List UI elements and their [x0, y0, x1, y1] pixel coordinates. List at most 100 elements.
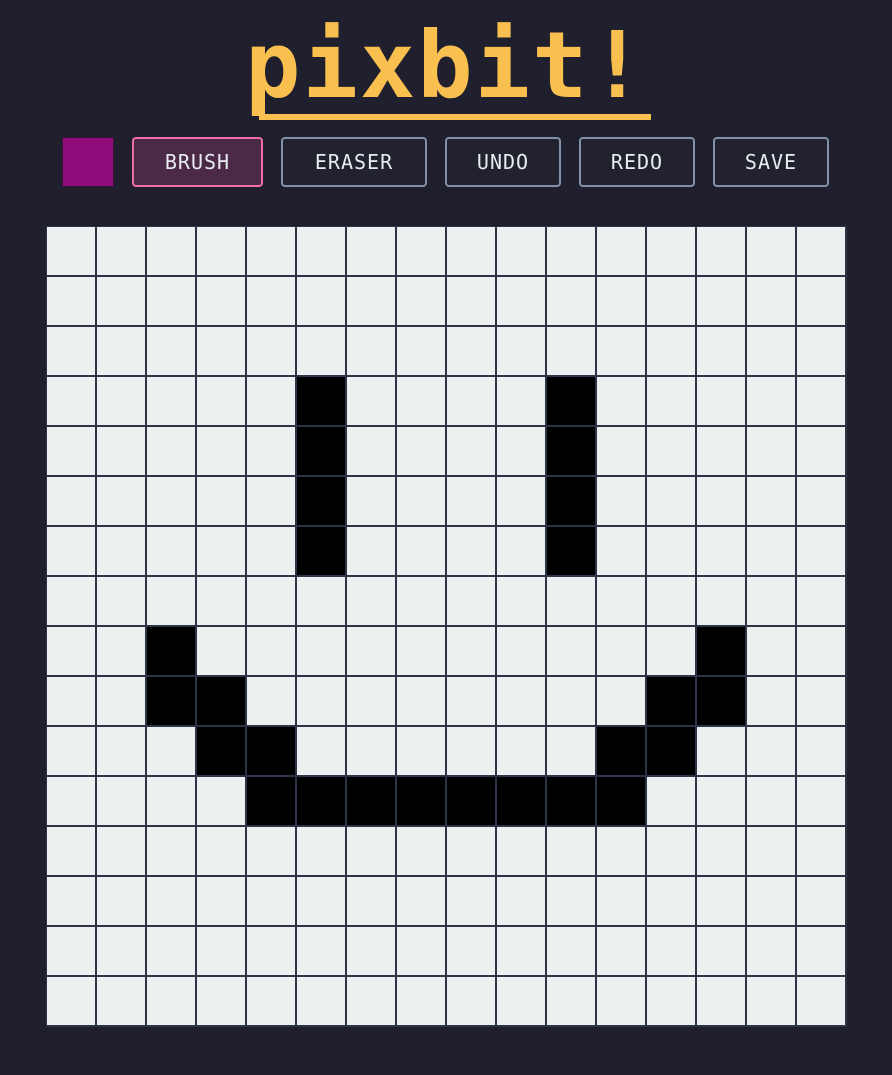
pixel-cell[interactable] [197, 327, 245, 375]
pixel-cell[interactable] [247, 277, 295, 325]
pixel-cell[interactable] [347, 727, 395, 775]
pixel-cell[interactable] [447, 527, 495, 575]
pixel-cell[interactable] [197, 877, 245, 925]
pixel-cell[interactable] [347, 677, 395, 725]
pixel-cell[interactable] [597, 277, 645, 325]
pixel-cell[interactable] [497, 527, 545, 575]
pixel-cell[interactable] [347, 627, 395, 675]
brush-button[interactable]: BRUSH [132, 137, 263, 187]
pixel-cell[interactable] [747, 727, 795, 775]
pixel-cell[interactable] [647, 427, 695, 475]
pixel-cell[interactable] [147, 477, 195, 525]
pixel-cell[interactable] [297, 377, 345, 425]
pixel-cell[interactable] [197, 927, 245, 975]
pixel-cell[interactable] [547, 927, 595, 975]
pixel-cell[interactable] [797, 627, 845, 675]
pixel-cell[interactable] [47, 327, 95, 375]
pixel-cell[interactable] [147, 277, 195, 325]
pixel-cell[interactable] [497, 627, 545, 675]
pixel-cell[interactable] [797, 927, 845, 975]
pixel-cell[interactable] [297, 727, 345, 775]
pixel-cell[interactable] [797, 427, 845, 475]
pixel-cell[interactable] [747, 877, 795, 925]
pixel-cell[interactable] [447, 427, 495, 475]
pixel-cell[interactable] [297, 427, 345, 475]
pixel-cell[interactable] [197, 777, 245, 825]
pixel-cell[interactable] [97, 327, 145, 375]
pixel-cell[interactable] [747, 477, 795, 525]
pixel-cell[interactable] [297, 227, 345, 275]
pixel-cell[interactable] [397, 777, 445, 825]
pixel-cell[interactable] [247, 227, 295, 275]
pixel-cell[interactable] [347, 327, 395, 375]
pixel-cell[interactable] [797, 377, 845, 425]
pixel-cell[interactable] [97, 277, 145, 325]
pixel-cell[interactable] [447, 677, 495, 725]
pixel-cell[interactable] [597, 377, 645, 425]
pixel-cell[interactable] [497, 877, 545, 925]
pixel-cell[interactable] [247, 677, 295, 725]
pixel-cell[interactable] [97, 227, 145, 275]
pixel-cell[interactable] [97, 827, 145, 875]
pixel-cell[interactable] [597, 627, 645, 675]
pixel-cell[interactable] [397, 427, 445, 475]
pixel-cell[interactable] [397, 277, 445, 325]
pixel-cell[interactable] [47, 877, 95, 925]
pixel-cell[interactable] [597, 477, 645, 525]
pixel-cell[interactable] [47, 827, 95, 875]
pixel-cell[interactable] [797, 477, 845, 525]
pixel-cell[interactable] [747, 777, 795, 825]
pixel-cell[interactable] [647, 527, 695, 575]
pixel-cell[interactable] [647, 627, 695, 675]
pixel-cell[interactable] [147, 977, 195, 1025]
pixel-cell[interactable] [797, 827, 845, 875]
pixel-cell[interactable] [197, 227, 245, 275]
pixel-cell[interactable] [47, 577, 95, 625]
pixel-cell[interactable] [397, 377, 445, 425]
pixel-cell[interactable] [647, 377, 695, 425]
pixel-cell[interactable] [197, 677, 245, 725]
pixel-cell[interactable] [497, 827, 545, 875]
pixel-cell[interactable] [197, 377, 245, 425]
pixel-cell[interactable] [197, 427, 245, 475]
pixel-cell[interactable] [697, 227, 745, 275]
color-swatch[interactable] [62, 137, 114, 187]
pixel-cell[interactable] [547, 377, 595, 425]
pixel-cell[interactable] [547, 277, 595, 325]
pixel-cell[interactable] [297, 277, 345, 325]
pixel-cell[interactable] [547, 627, 595, 675]
pixel-cell[interactable] [497, 277, 545, 325]
pixel-cell[interactable] [447, 577, 495, 625]
pixel-cell[interactable] [397, 677, 445, 725]
pixel-cell[interactable] [397, 227, 445, 275]
pixel-cell[interactable] [797, 277, 845, 325]
pixel-cell[interactable] [597, 877, 645, 925]
pixel-cell[interactable] [97, 477, 145, 525]
pixel-cell[interactable] [147, 877, 195, 925]
pixel-cell[interactable] [647, 477, 695, 525]
pixel-cell[interactable] [47, 927, 95, 975]
pixel-cell[interactable] [647, 327, 695, 375]
pixel-cell[interactable] [397, 527, 445, 575]
pixel-cell[interactable] [797, 527, 845, 575]
pixel-cell[interactable] [97, 777, 145, 825]
pixel-cell[interactable] [147, 727, 195, 775]
pixel-cell[interactable] [797, 877, 845, 925]
pixel-cell[interactable] [497, 227, 545, 275]
pixel-cell[interactable] [447, 377, 495, 425]
pixel-cell[interactable] [47, 377, 95, 425]
pixel-cell[interactable] [297, 777, 345, 825]
pixel-cell[interactable] [247, 627, 295, 675]
pixel-cell[interactable] [547, 677, 595, 725]
pixel-cell[interactable] [597, 727, 645, 775]
pixel-cell[interactable] [147, 777, 195, 825]
pixel-cell[interactable] [247, 827, 295, 875]
pixel-cell[interactable] [47, 977, 95, 1025]
pixel-cell[interactable] [547, 527, 595, 575]
pixel-cell[interactable] [547, 577, 595, 625]
pixel-cell[interactable] [397, 577, 445, 625]
pixel-cell[interactable] [397, 927, 445, 975]
pixel-cell[interactable] [147, 377, 195, 425]
pixel-cell[interactable] [197, 277, 245, 325]
pixel-cell[interactable] [697, 427, 745, 475]
